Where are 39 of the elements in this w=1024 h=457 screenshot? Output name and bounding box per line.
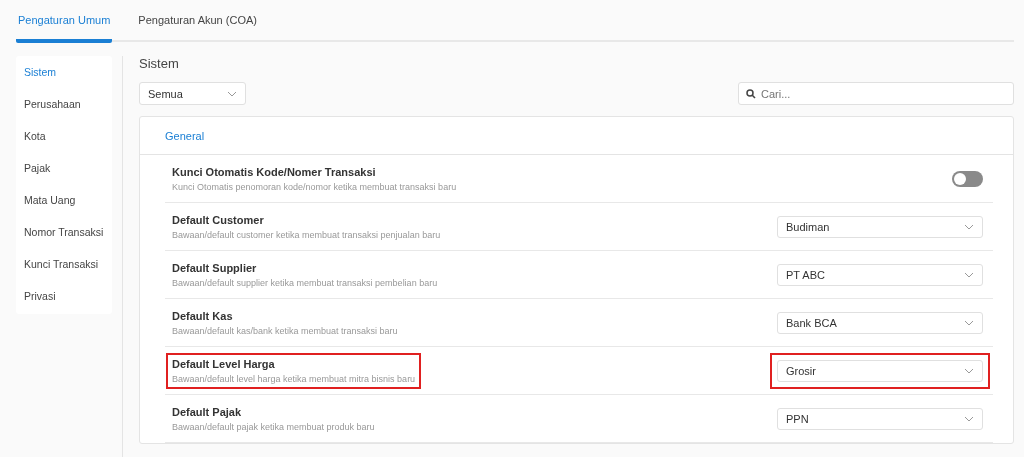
sidebar-item[interactable]: Sistem [16,56,112,88]
setting-title: Kunci Otomatis Kode/Nomer Transaksi [172,165,377,178]
sidebar-item[interactable]: Perusahaan [16,88,112,120]
setting-title: Default Kas [172,309,234,322]
setting-description: Bawaan/default level harga ketika membuat mitra bisnis baru [172,373,416,384]
select-dropdown[interactable]: Grosir [777,359,983,382]
sidebar-item[interactable]: Pajak [16,152,112,184]
setting-description: Bawaan/default kas/bank ketika membuat transaksi baru [172,325,398,336]
sidebar-item[interactable]: Nomor Transaksi [16,216,112,248]
card-header-tab[interactable]: General [165,129,205,142]
filter-dropdown[interactable]: Semua [139,82,246,105]
sidebar-item[interactable]: Mata Uang [16,184,112,216]
sidebar-item[interactable]: Kunci Transaksi [16,248,112,280]
setting-title: Default Supplier [172,261,258,274]
chevron-down-icon [964,319,974,326]
chevron-down-icon [964,271,974,278]
chevron-down-icon [227,90,237,97]
setting-description: Bawaan/default pajak ketika membuat produk baru [172,421,375,432]
sidebar-item[interactable]: Privasi [16,280,112,312]
setting-title: Default Level Harga [172,357,276,370]
toggle-switch[interactable] [952,170,983,187]
search-icon [746,89,756,99]
tab[interactable]: Pengaturan Akun (COA) [136,0,259,43]
sidebar-item[interactable]: Kota [16,120,112,152]
setting-title: Default Customer [172,213,265,226]
search-field[interactable]: Cari... [738,82,1014,105]
select-dropdown[interactable]: PPN [777,407,983,430]
section-title: Sistem [139,56,180,73]
chevron-down-icon [964,367,974,374]
tab[interactable]: Pengaturan Umum [16,0,113,43]
select-dropdown[interactable]: Budiman [777,215,983,238]
select-dropdown[interactable]: PT ABC [777,263,983,286]
select-dropdown[interactable]: Bank BCA [777,311,983,334]
setting-description: Bawaan/default supplier ketika membuat transaksi pembelian baru [172,277,438,288]
chevron-down-icon [964,415,974,422]
setting-description: Bawaan/default customer ketika membuat transaksi penjualan baru [172,229,441,240]
setting-title: Default Pajak [172,405,243,418]
setting-description: Kunci Otomatis penomoran kode/nomor ketika membuat transaksi baru [172,181,457,192]
chevron-down-icon [964,223,974,230]
